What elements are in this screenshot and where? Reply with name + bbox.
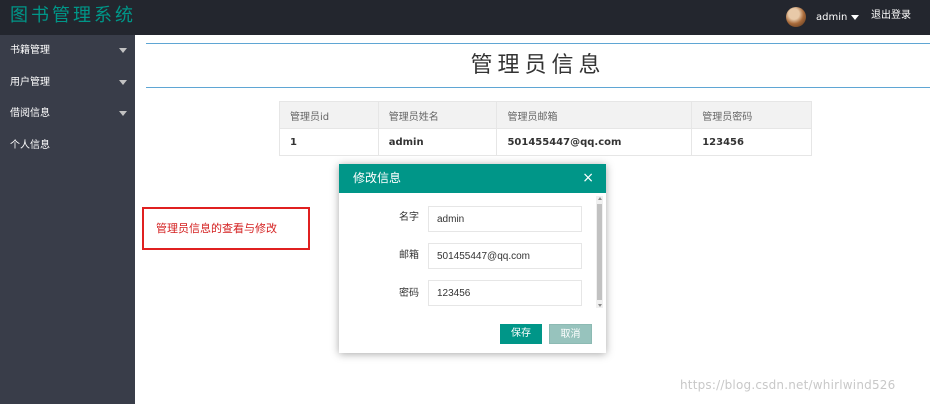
dialog-header: 修改信息 ×	[339, 164, 606, 193]
name-field[interactable]	[428, 206, 582, 232]
title-divider-bottom	[146, 87, 930, 88]
dialog-scrollbar[interactable]	[596, 196, 603, 308]
dialog-title: 修改信息	[353, 171, 402, 185]
password-label: 密码	[399, 288, 419, 299]
sidebar-item-borrow[interactable]: 借阅信息	[0, 98, 135, 130]
table-cell: admin	[377, 128, 498, 156]
user-menu[interactable]: admin	[786, 5, 860, 29]
edit-info-dialog: 修改信息 × 名字 邮箱 密码 保存 取消	[339, 164, 606, 353]
sidebar-item-users[interactable]: 用户管理	[0, 67, 135, 99]
column-header: 管理员密码	[691, 101, 812, 129]
table-cell: 501455447@qq.com	[496, 128, 693, 156]
scroll-down-icon[interactable]	[597, 304, 602, 307]
watermark: https://blog.csdn.net/whirlwind526	[680, 378, 896, 392]
sidebar-item-label: 用户管理	[10, 76, 50, 88]
column-header: 管理员邮箱	[496, 101, 693, 129]
chevron-down-icon	[119, 48, 127, 53]
annotation-note: 管理员信息的查看与修改	[142, 207, 310, 250]
email-label: 邮箱	[399, 250, 419, 261]
column-header: 管理员id	[279, 101, 379, 129]
top-bar: 图书管理系统 admin 退出登录	[0, 0, 930, 35]
app-title: 图书管理系统	[10, 5, 136, 26]
name-label: 名字	[399, 212, 419, 223]
page-title: 管理员信息	[470, 53, 606, 78]
table-header-row: 管理员id 管理员姓名 管理员邮箱 管理员密码	[279, 101, 812, 129]
table-cell: 123456	[691, 128, 812, 156]
sidebar: 书籍管理 用户管理 借阅信息 个人信息	[0, 35, 135, 404]
admin-info-table: 管理员id 管理员姓名 管理员邮箱 管理员密码 1 admin 50145544…	[279, 101, 812, 156]
chevron-down-icon	[119, 111, 127, 116]
avatar	[786, 7, 806, 27]
password-field[interactable]	[428, 280, 582, 306]
save-button[interactable]: 保存	[500, 324, 542, 344]
close-icon[interactable]: ×	[582, 164, 594, 193]
chevron-down-icon	[851, 15, 860, 20]
table-cell: 1	[279, 128, 379, 156]
email-field[interactable]	[428, 243, 582, 269]
user-name: admin	[816, 11, 848, 23]
table-row: 1 admin 501455447@qq.com 123456	[279, 128, 812, 156]
scroll-up-icon[interactable]	[597, 197, 602, 200]
column-header: 管理员姓名	[377, 101, 498, 129]
sidebar-item-label: 书籍管理	[10, 45, 50, 56]
scroll-thumb[interactable]	[597, 204, 602, 300]
cancel-button[interactable]: 取消	[549, 324, 592, 344]
chevron-down-icon	[119, 79, 127, 85]
sidebar-item-books[interactable]: 书籍管理	[0, 35, 135, 67]
logout-link[interactable]: 退出登录	[871, 9, 911, 23]
sidebar-item-profile[interactable]: 个人信息	[0, 130, 135, 162]
sidebar-item-label: 借阅信息	[10, 108, 50, 119]
sidebar-item-label: 个人信息	[10, 139, 50, 151]
title-divider-top	[146, 43, 930, 44]
